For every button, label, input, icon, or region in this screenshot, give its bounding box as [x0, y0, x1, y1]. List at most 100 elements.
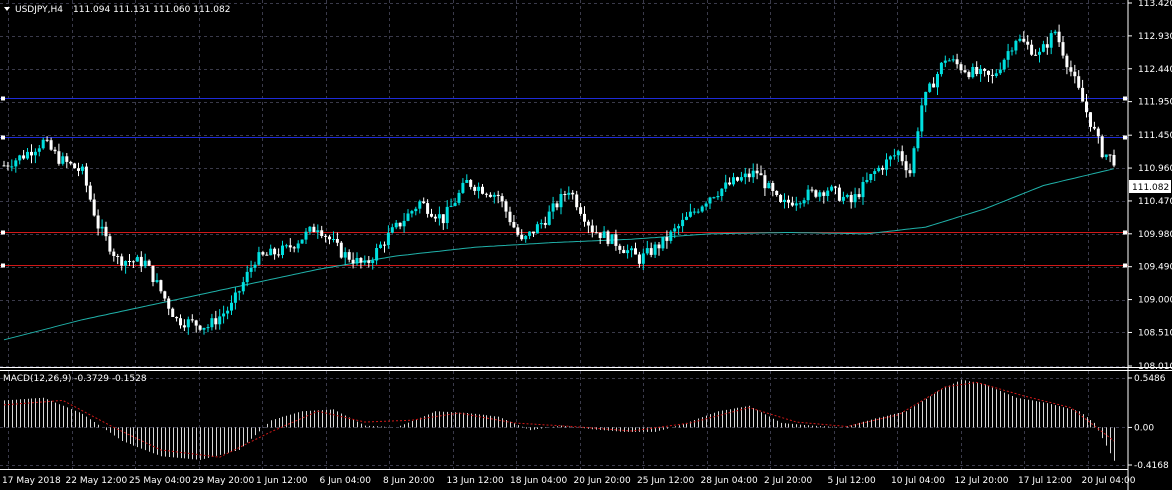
candle-body — [637, 254, 641, 264]
candle-body — [73, 163, 77, 169]
candle-body — [477, 186, 481, 191]
red-level-line-handle[interactable] — [1123, 230, 1127, 235]
candle-body — [739, 177, 743, 181]
candle-body — [159, 280, 163, 292]
candle-body — [1002, 59, 1006, 70]
candle-body — [618, 245, 622, 250]
candle-body — [877, 167, 881, 172]
red-level-line-handle[interactable] — [1, 230, 5, 235]
red-level-line-handle[interactable] — [1123, 263, 1127, 268]
candle-body — [767, 183, 771, 189]
candle-body — [951, 59, 955, 61]
red-level-line-handle[interactable] — [1, 263, 5, 268]
candle-body — [728, 182, 732, 185]
candle-body — [590, 225, 594, 233]
candle-body — [1104, 154, 1108, 158]
candle-body — [939, 62, 943, 75]
candle-body — [61, 156, 65, 164]
candle-body — [716, 196, 720, 198]
price-tick-label: 110.470 — [1138, 197, 1172, 207]
candle-body — [120, 256, 124, 266]
candle-body — [787, 199, 790, 203]
candle-body — [932, 83, 936, 88]
candle-body — [924, 91, 928, 106]
candle-body — [810, 189, 814, 191]
candle-body — [257, 252, 261, 265]
candle-body — [33, 151, 37, 156]
candle-body — [371, 260, 375, 263]
candle-body — [112, 251, 116, 256]
candle-body — [551, 203, 555, 212]
candle-body — [641, 253, 645, 264]
candle-body — [167, 298, 171, 309]
candle-body — [457, 192, 461, 203]
candle-body — [465, 180, 469, 183]
candle-body — [367, 260, 371, 263]
candle-body — [473, 186, 477, 191]
candle-body — [594, 232, 598, 234]
blue-level-line-handle[interactable] — [1, 135, 5, 140]
symbol-header[interactable]: USDJPY,H4 111.094 111.131 111.060 111.08… — [4, 5, 230, 15]
candle-body — [606, 231, 610, 244]
candle-body — [2, 165, 6, 167]
candle-body — [685, 216, 688, 220]
candle-body — [900, 151, 904, 162]
candle-body — [351, 259, 355, 264]
candle-body — [202, 327, 206, 330]
candle-body — [163, 291, 167, 299]
candle-body — [312, 226, 316, 232]
time-tick-label: 17 Jul 12:00 — [1018, 476, 1072, 486]
price-tick-label: 108.010 — [1138, 362, 1172, 372]
candle-body — [288, 245, 292, 248]
candle-body — [80, 166, 84, 171]
candle-body — [245, 271, 249, 283]
candle-body — [586, 221, 590, 226]
candle-body — [402, 220, 406, 227]
candle-body — [979, 68, 983, 74]
candle-body — [359, 258, 363, 263]
candle-body — [22, 155, 26, 159]
candle-body — [904, 161, 908, 171]
candle-body — [430, 213, 433, 217]
price-tick-label: 112.440 — [1138, 65, 1172, 75]
candle-body — [873, 171, 877, 174]
candle-body — [892, 155, 896, 157]
candle-body — [222, 313, 226, 317]
symbol-label: USDJPY,H4 — [15, 5, 63, 15]
candle-body — [798, 203, 802, 205]
candle-body — [182, 325, 186, 328]
candle-body — [990, 74, 994, 76]
candle-body — [237, 291, 241, 293]
macd-tick-label: 0.5486 — [1134, 374, 1166, 384]
candle-body — [249, 267, 253, 272]
candle-body — [983, 68, 987, 71]
price-tick-label: 111.450 — [1138, 131, 1172, 141]
macd-tick-label: -0.4168 — [1134, 461, 1169, 471]
candle-body — [657, 244, 661, 249]
blue-level-line-handle[interactable] — [1123, 135, 1127, 140]
price-tick-label: 109.980 — [1138, 230, 1172, 240]
candle-body — [335, 239, 339, 243]
blue-level-line-handle[interactable] — [1123, 96, 1127, 101]
candle-body — [484, 193, 488, 195]
candle-body — [426, 203, 430, 214]
time-tick-label: 13 Jun 12:00 — [447, 476, 504, 486]
candle-body — [194, 320, 198, 326]
candle-body — [994, 73, 998, 76]
candle-body — [375, 248, 379, 261]
candle-body — [896, 151, 900, 156]
trading-chart[interactable]: 113.420 112.930 112.440 111.950 111.450 110.9… — [0, 0, 1172, 490]
candle-body — [1049, 33, 1053, 48]
candle-body — [277, 254, 281, 256]
blue-level-line-handle[interactable] — [1, 96, 5, 101]
candle-body — [481, 186, 484, 194]
candle-body — [218, 316, 222, 325]
candle-body — [602, 231, 606, 238]
candle-body — [959, 64, 963, 71]
candle-body — [453, 202, 457, 206]
candle-body — [861, 182, 865, 198]
candle-body — [987, 70, 990, 75]
candle-body — [649, 248, 653, 255]
candle-body — [316, 230, 320, 233]
candle-body — [790, 202, 794, 206]
